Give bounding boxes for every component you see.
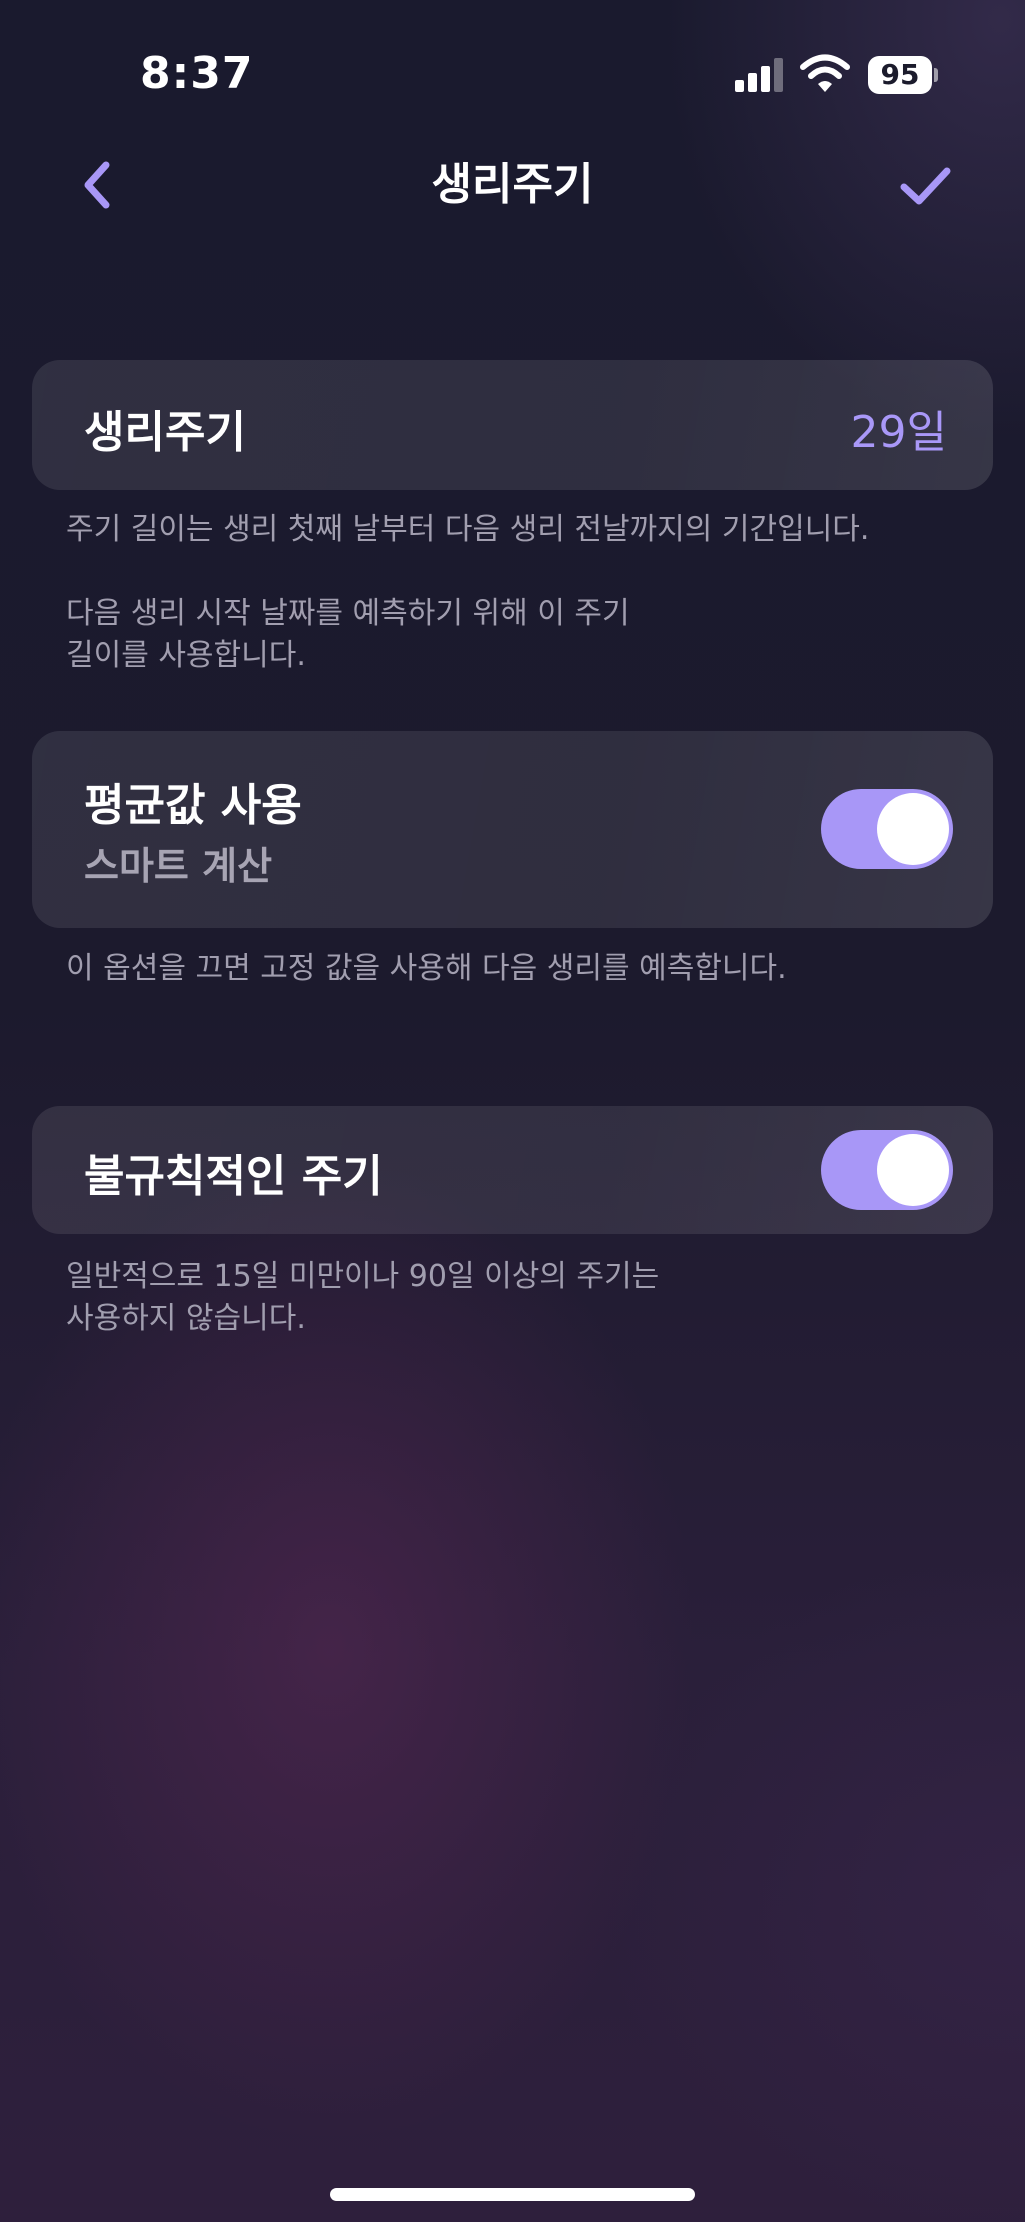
cycle-length-description: 주기 길이는 생리 첫째 날부터 다음 생리 전날까지의 기간입니다. 다음 생… — [66, 512, 870, 673]
irregular-cycle-description: 일반적으로 15일 미만이나 90일 이상의 주기는 사용하지 않습니다. — [66, 1259, 660, 1336]
cycle-length-value: 29일 — [850, 407, 947, 458]
use-average-toggle[interactable] — [821, 789, 953, 869]
toggle-knob — [877, 793, 949, 865]
irregular-cycle-toggle[interactable] — [821, 1130, 953, 1210]
battery-icon: 95 — [868, 56, 932, 94]
use-average-row: 평균값 사용 스마트 계산 — [32, 731, 993, 928]
irregular-cycle-row: 불규칙적인 주기 — [32, 1106, 993, 1234]
checkmark-icon[interactable] — [895, 155, 955, 215]
page-title: 생리주기 — [431, 159, 594, 210]
use-average-description: 이 옵션을 끄면 고정 값을 사용해 다음 생리를 예측합니다. — [66, 951, 787, 986]
cellular-signal-icon — [735, 58, 785, 92]
cycle-length-label: 생리주기 — [84, 407, 246, 458]
toggle-knob — [877, 1134, 949, 1206]
irregular-cycle-label: 불규칙적인 주기 — [84, 1151, 383, 1202]
cycle-length-row[interactable]: 생리주기 29일 — [32, 360, 993, 490]
use-average-sublabel: 스마트 계산 — [84, 844, 273, 888]
use-average-label: 평균값 사용 — [84, 780, 302, 831]
battery-tip — [934, 68, 938, 82]
wifi-icon — [800, 54, 850, 92]
status-time: 8:37 — [140, 48, 254, 99]
home-indicator[interactable] — [330, 2188, 695, 2201]
